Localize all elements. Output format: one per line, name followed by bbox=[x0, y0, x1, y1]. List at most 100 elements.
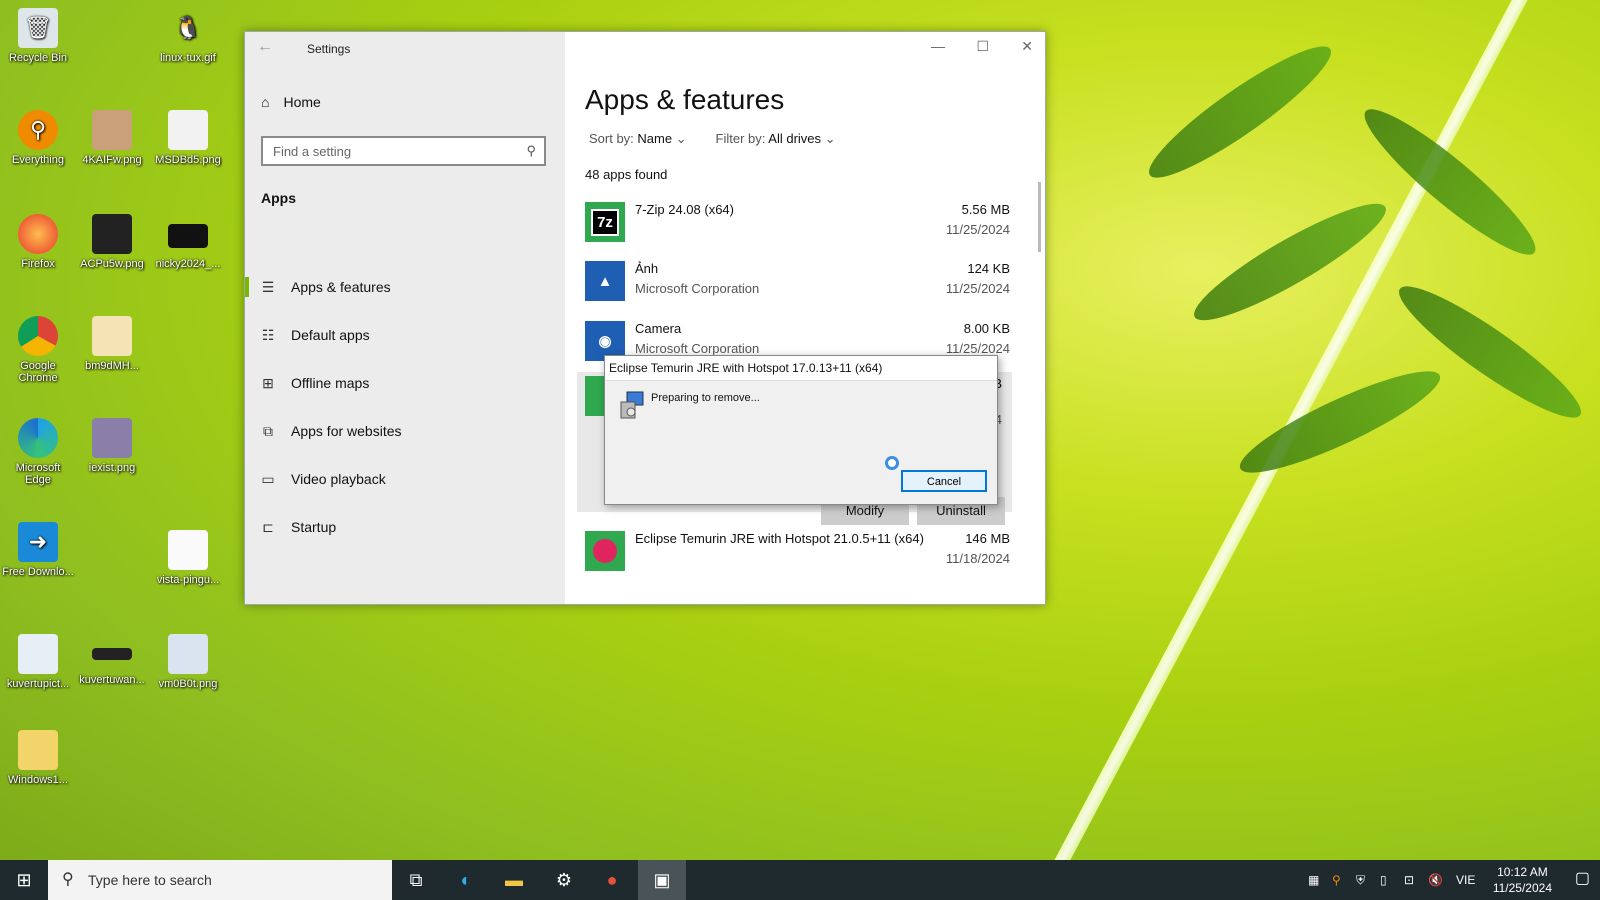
installer-icon bbox=[617, 390, 647, 420]
sort-dropdown[interactable]: Sort by: Name ⌄ bbox=[589, 131, 687, 146]
desktop-icon-image[interactable]: vista-pingu... bbox=[152, 530, 224, 586]
desktop-icon-image[interactable]: ACPu5w.png bbox=[76, 214, 148, 270]
chrome-icon bbox=[18, 316, 58, 356]
image-icon bbox=[168, 634, 208, 674]
wallpaper-leaflet bbox=[1137, 30, 1343, 194]
tray-search-icon[interactable]: ⚲ bbox=[1332, 860, 1341, 900]
sidebar-item-apps-features[interactable]: ☰ Apps & features bbox=[245, 269, 565, 305]
map-icon: ⊞ bbox=[262, 374, 274, 391]
sidebar-item-default-apps[interactable]: ☷ Default apps bbox=[245, 317, 565, 353]
windows-start-icon[interactable]: ⊞ bbox=[0, 860, 48, 900]
scrollbar[interactable] bbox=[1038, 182, 1041, 252]
list-icon: ☰ bbox=[261, 278, 275, 295]
edge-icon bbox=[18, 418, 58, 458]
desktop-icon-image[interactable]: kuvertupict... bbox=[2, 634, 74, 690]
desktop-icon-image[interactable]: kuvertuwan... bbox=[76, 634, 148, 686]
desktop-icon-image[interactable]: nicky2024_... bbox=[152, 214, 224, 270]
network-icon[interactable]: ⊡ bbox=[1404, 860, 1414, 900]
taskbar-search-input[interactable]: ⚲ Type here to search bbox=[48, 860, 392, 900]
cancel-button[interactable]: Cancel bbox=[901, 470, 987, 492]
sidebar-item-apps-for-websites[interactable]: ⧉ Apps for websites bbox=[245, 413, 565, 449]
window-title: Settings bbox=[307, 42, 351, 56]
video-icon: ▭ bbox=[261, 470, 275, 487]
notification-icon[interactable]: ▢ bbox=[1575, 868, 1590, 888]
default-apps-icon: ☷ bbox=[261, 326, 275, 343]
image-icon bbox=[168, 530, 208, 570]
sort-filter-bar: Sort by: Name ⌄ Filter by: All drives ⌄ bbox=[589, 131, 836, 147]
desktop-icon-folder[interactable]: Windows1... bbox=[2, 730, 74, 786]
sidebar-item-startup[interactable]: ⊏ Startup bbox=[245, 509, 565, 545]
photos-icon: ▲ bbox=[585, 261, 625, 301]
minimize-icon[interactable]: — bbox=[931, 38, 945, 54]
filter-dropdown[interactable]: Filter by: All drives ⌄ bbox=[716, 131, 836, 146]
settings-sidebar: ← Settings ⌂ Home Find a setting ⚲ Apps … bbox=[245, 32, 565, 604]
task-view-icon[interactable]: ⧉ bbox=[392, 860, 440, 900]
temurin-logo-shape bbox=[593, 539, 617, 563]
settings-window: ← Settings ⌂ Home Find a setting ⚲ Apps … bbox=[244, 31, 1046, 605]
uninstall-dialog: Eclipse Temurin JRE with Hotspot 17.0.13… bbox=[604, 355, 998, 505]
firefox-icon bbox=[18, 214, 58, 254]
usb-icon[interactable]: ▯ bbox=[1380, 860, 1387, 900]
image-icon bbox=[168, 110, 208, 150]
app-list-item[interactable]: 7z 7-Zip 24.08 (x64) 5.56 MB 11/25/2024 bbox=[585, 198, 1010, 250]
desktop-icon-image[interactable]: bm9dMH... bbox=[76, 316, 148, 372]
desktop-icon-recycle-bin[interactable]: 🗑 Recycle Bin bbox=[2, 8, 74, 64]
home-icon: ⌂ bbox=[261, 94, 270, 110]
app-list-item[interactable]: ▲ Ảnh Microsoft Corporation 124 KB 11/25… bbox=[585, 257, 1010, 309]
desktop-icon-everything[interactable]: ⚲ Everything bbox=[2, 110, 74, 166]
wallpaper-leaflet bbox=[1231, 355, 1449, 489]
sidebar-item-offline-maps[interactable]: ⊞ Offline maps bbox=[245, 365, 565, 401]
desktop-icon-chrome[interactable]: Google Chrome bbox=[2, 316, 74, 384]
desktop-icon-image[interactable]: vm0B0t.png bbox=[152, 634, 224, 690]
powerpoint-icon[interactable]: ● bbox=[588, 860, 636, 900]
sidebar-section-title: Apps bbox=[261, 190, 296, 206]
desktop-icon-firefox[interactable]: Firefox bbox=[2, 214, 74, 270]
find-setting-input[interactable]: Find a setting ⚲ bbox=[261, 136, 546, 166]
image-icon bbox=[92, 648, 132, 660]
maximize-icon[interactable]: ☐ bbox=[976, 38, 989, 55]
7zip-icon: 7z bbox=[585, 202, 625, 242]
apps-count: 48 apps found bbox=[585, 167, 668, 182]
desktop-icon-image[interactable]: MSDBd5.png bbox=[152, 110, 224, 166]
settings-gear-icon[interactable]: ⚙ bbox=[540, 860, 588, 900]
desktop-icon-image[interactable]: 4KAIFw.png bbox=[76, 110, 148, 166]
chevron-down-icon: ⌄ bbox=[675, 131, 687, 146]
image-icon bbox=[18, 634, 58, 674]
dialog-message: Preparing to remove... bbox=[651, 392, 760, 404]
desktop-icon-edge[interactable]: Microsoft Edge bbox=[2, 418, 74, 486]
desktop-icon-free-download[interactable]: ➜ Free Downlo... bbox=[2, 522, 74, 578]
chevron-down-icon: ⌄ bbox=[824, 131, 836, 146]
tray-app-icon[interactable]: ▦ bbox=[1308, 860, 1319, 900]
startup-icon: ⊏ bbox=[262, 518, 274, 535]
sidebar-home[interactable]: ⌂ Home bbox=[261, 94, 321, 110]
close-icon[interactable]: ✕ bbox=[1021, 38, 1033, 55]
tux-icon: 🐧 bbox=[174, 15, 202, 40]
wallpaper-leaflet bbox=[1387, 270, 1593, 434]
edge-taskbar-icon[interactable]: ◐ bbox=[442, 860, 490, 900]
search-icon: ⚲ bbox=[18, 110, 58, 150]
wallpaper-leaflet bbox=[1183, 187, 1397, 337]
link-icon: ⧉ bbox=[263, 422, 273, 439]
image-icon bbox=[168, 224, 208, 248]
back-arrow-icon[interactable]: ← bbox=[257, 38, 273, 56]
dialog-title: Eclipse Temurin JRE with Hotspot 17.0.13… bbox=[605, 356, 997, 381]
language-indicator[interactable]: VIE bbox=[1456, 860, 1475, 900]
temurin-icon bbox=[585, 531, 625, 571]
installer-taskbar-icon[interactable]: ▣ bbox=[638, 860, 686, 900]
page-title: Apps & features bbox=[585, 84, 785, 115]
image-icon bbox=[92, 316, 132, 356]
tray-shield-icon[interactable]: ⛨ bbox=[1356, 860, 1365, 900]
taskbar: ⊞ ⚲ Type here to search ⧉ ◐ ▬ ⚙ ● ▣ ▦ ⚲ … bbox=[0, 860, 1600, 900]
sidebar-item-video-playback[interactable]: ▭ Video playback bbox=[245, 461, 565, 497]
file-explorer-icon[interactable]: ▬ bbox=[490, 860, 538, 900]
image-icon bbox=[92, 110, 132, 150]
image-icon bbox=[92, 214, 132, 254]
system-clock[interactable]: 10:12 AM 11/25/2024 bbox=[1493, 864, 1552, 896]
volume-muted-icon[interactable]: 🔇 bbox=[1428, 860, 1443, 900]
app-list-item[interactable]: Eclipse Temurin JRE with Hotspot 21.0.5+… bbox=[585, 527, 1010, 579]
desktop-icon-image[interactable]: iexist.png bbox=[76, 418, 148, 474]
desktop-icon-tux[interactable]: 🐧 linux-tux.gif bbox=[152, 8, 224, 64]
search-icon: ⚲ bbox=[62, 871, 74, 888]
busy-cursor-icon bbox=[885, 456, 899, 470]
settings-content: — ☐ ✕ Apps & features Sort by: Name ⌄ Fi… bbox=[565, 32, 1045, 604]
